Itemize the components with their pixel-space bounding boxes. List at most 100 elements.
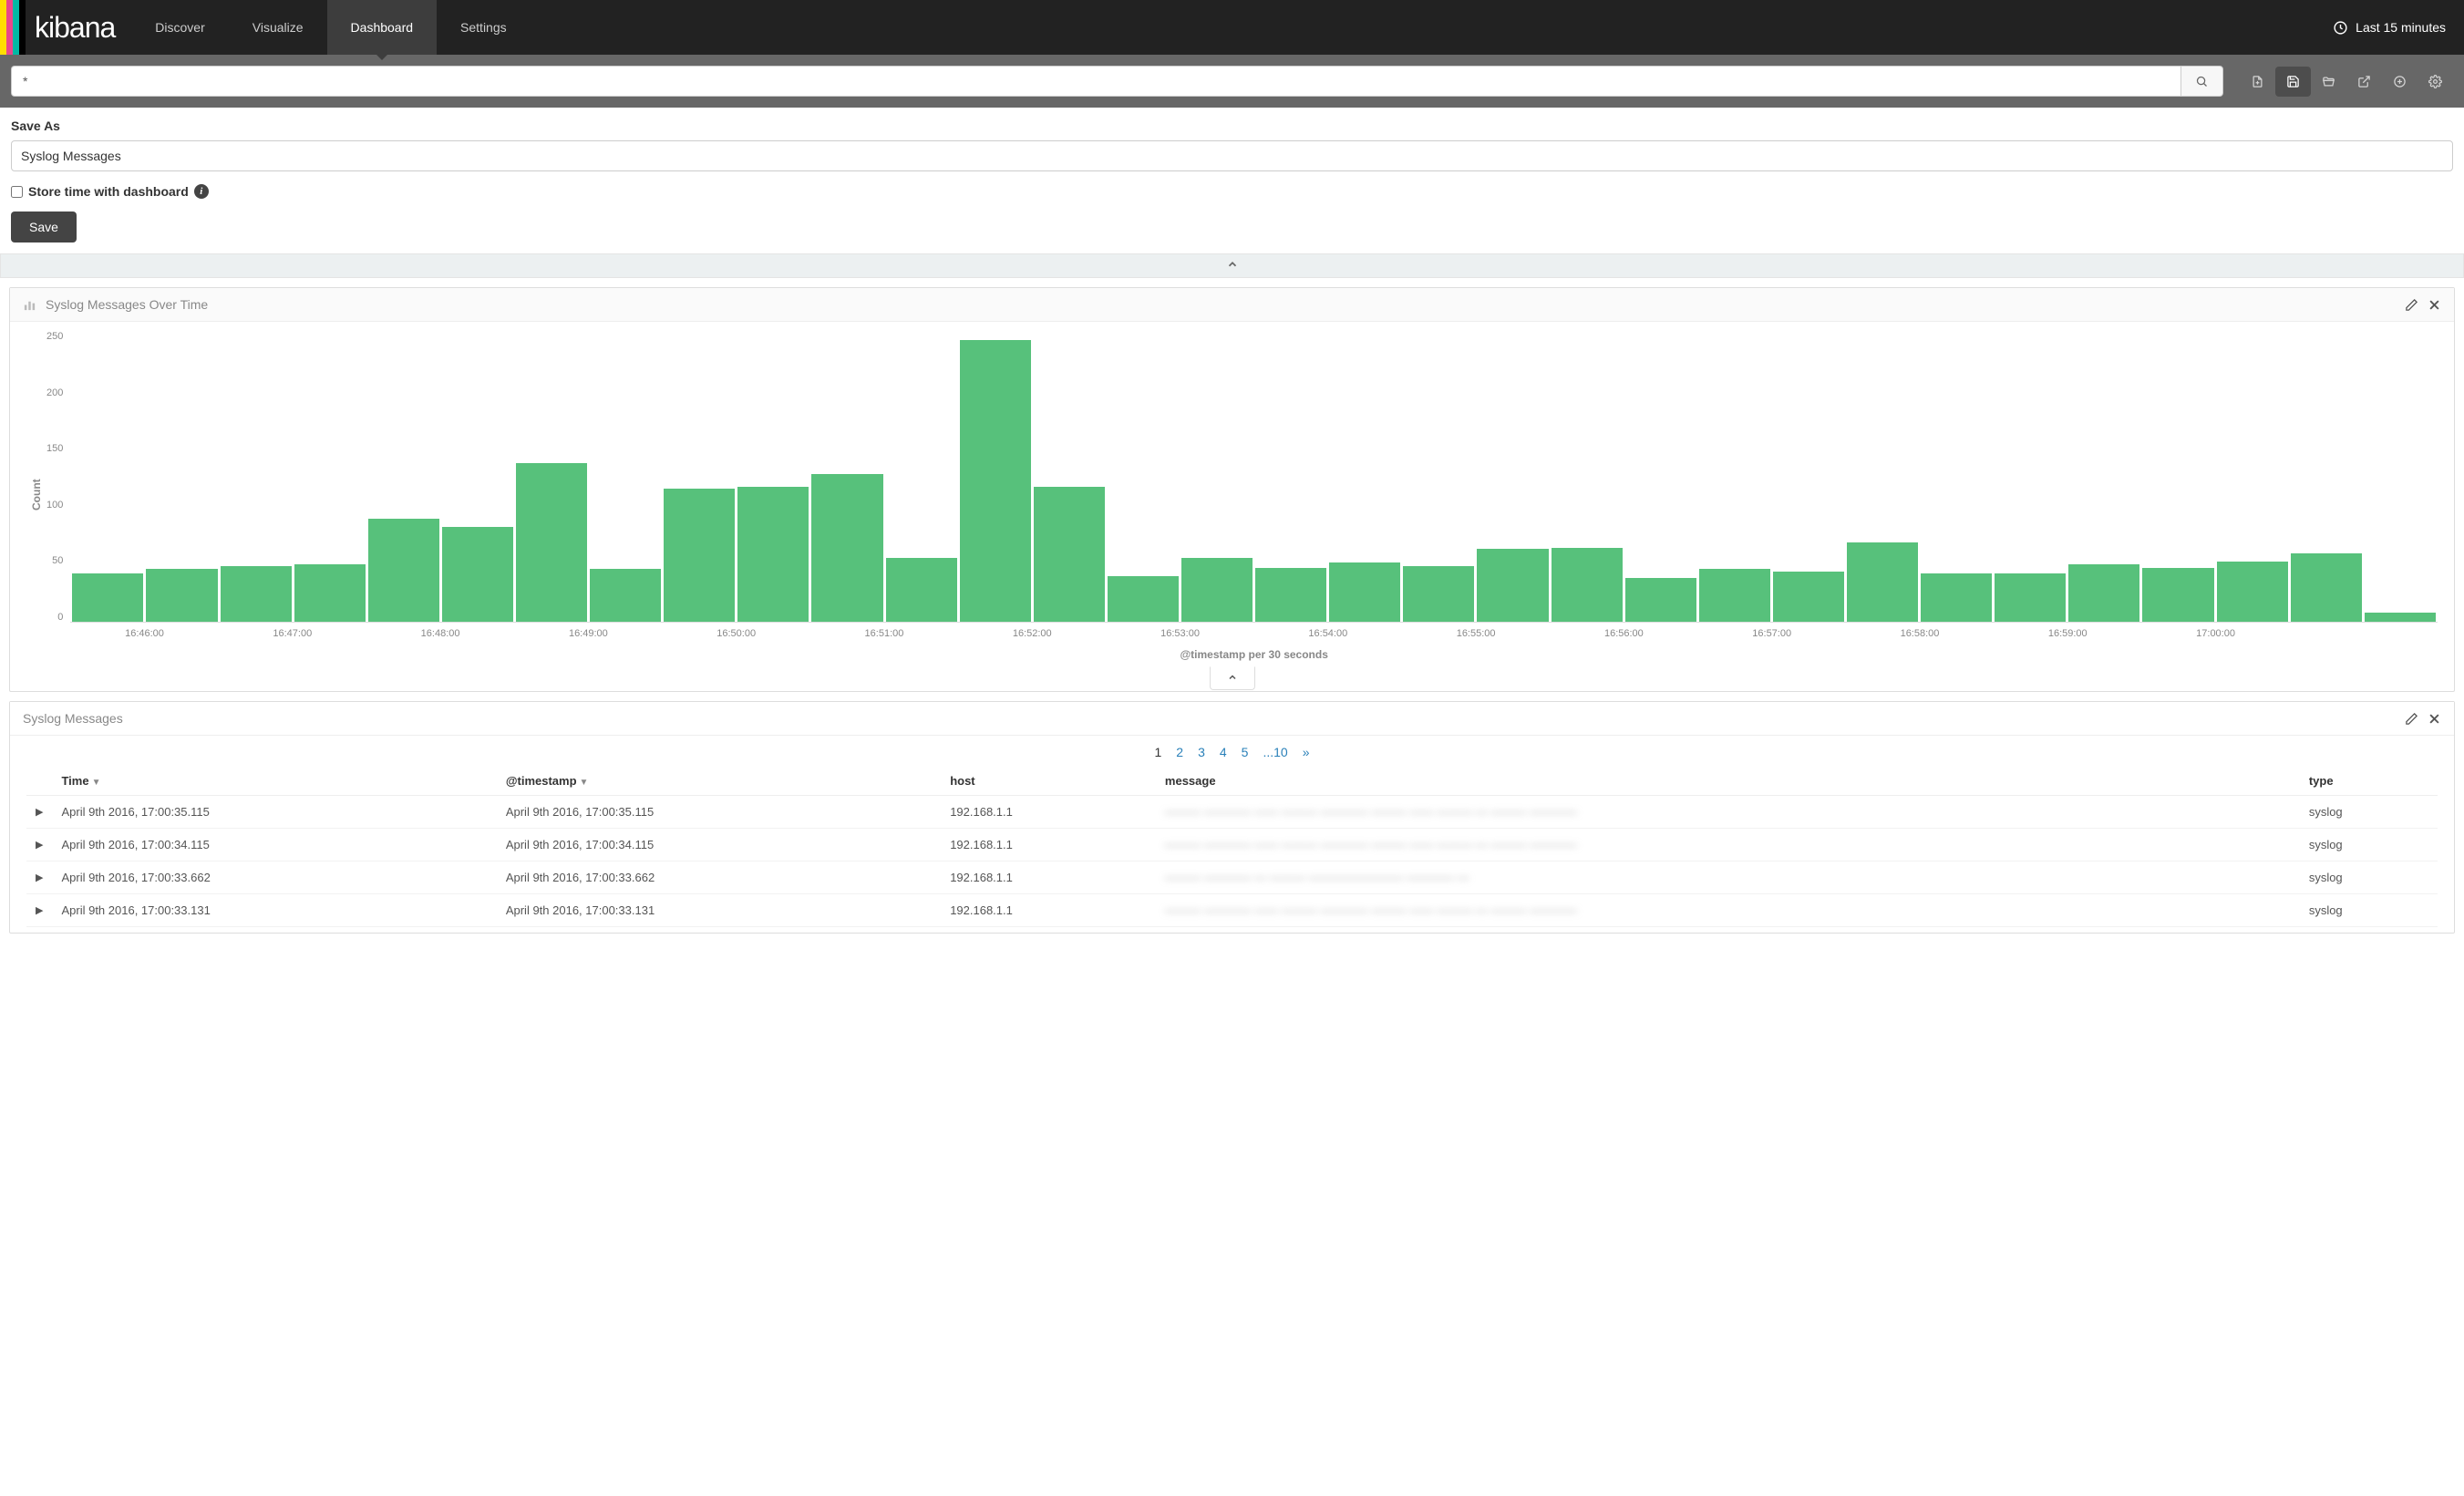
y-tick: 250 (46, 331, 63, 342)
new-dashboard-button[interactable] (2240, 67, 2275, 97)
chart-bar[interactable] (2365, 613, 2436, 622)
top-nav: kibana DiscoverVisualizeDashboardSetting… (0, 0, 2464, 55)
chart-bar[interactable] (1477, 549, 1548, 622)
chart-bar[interactable] (1995, 573, 2066, 622)
chart-bars[interactable] (70, 331, 2438, 623)
chart-bar[interactable] (2068, 564, 2139, 622)
column-header[interactable]: @timestamp▼ (497, 767, 941, 796)
store-time-checkbox[interactable] (11, 186, 23, 198)
chart-bar[interactable] (737, 487, 809, 622)
column-header[interactable]: Time▼ (52, 767, 496, 796)
cell-timestamp: April 9th 2016, 17:00:35.115 (497, 796, 941, 829)
chart-bar[interactable] (221, 566, 292, 622)
remove-panel-button[interactable] (2428, 298, 2441, 312)
chart-bar[interactable] (2291, 553, 2362, 622)
table-row: ▶April 9th 2016, 17:00:33.662April 9th 2… (26, 861, 2438, 894)
edit-panel-button[interactable] (2405, 712, 2418, 726)
clock-icon (2333, 20, 2348, 36)
nav-item-settings[interactable]: Settings (437, 0, 531, 55)
y-tick: 100 (46, 500, 63, 511)
chart-bar[interactable] (1255, 568, 1326, 622)
chart-bar[interactable] (146, 569, 217, 622)
pencil-icon (2405, 298, 2418, 312)
chart-panel-title: Syslog Messages Over Time (46, 297, 2405, 312)
chart-bar[interactable] (2142, 568, 2213, 622)
open-dashboard-button[interactable] (2311, 67, 2346, 97)
sort-desc-icon: ▼ (580, 778, 589, 788)
chart-bar[interactable] (1625, 578, 1696, 622)
edit-panel-button[interactable] (2405, 298, 2418, 312)
save-button[interactable]: Save (11, 212, 77, 242)
nav-items: DiscoverVisualizeDashboardSettings (131, 0, 530, 55)
chart-bar[interactable] (1773, 572, 1844, 622)
chart-bar[interactable] (72, 573, 143, 622)
page-link: 1 (1147, 743, 1169, 761)
chart-bar[interactable] (811, 474, 882, 622)
chevron-up-icon (1226, 259, 1239, 273)
chart-bar[interactable] (590, 569, 661, 622)
expand-row-button[interactable]: ▶ (26, 861, 52, 894)
cell-time: April 9th 2016, 17:00:35.115 (52, 796, 496, 829)
column-header: host (941, 767, 1156, 796)
x-tick: 16:55:00 (1457, 628, 1496, 639)
expand-row-button[interactable]: ▶ (26, 894, 52, 927)
logo[interactable]: kibana (0, 0, 131, 55)
search-button[interactable] (2180, 66, 2223, 97)
chart-bar[interactable] (294, 564, 366, 622)
logo-text: kibana (26, 11, 131, 45)
chart-bar[interactable] (1847, 542, 1918, 622)
expand-row-button[interactable]: ▶ (26, 796, 52, 829)
x-tick: 16:53:00 (1160, 628, 1200, 639)
page-link[interactable]: 4 (1212, 743, 1234, 761)
options-button[interactable] (2418, 67, 2453, 97)
chart-bar[interactable] (516, 463, 587, 622)
chart-bar[interactable] (442, 527, 513, 622)
page-link[interactable]: ...10 (1255, 743, 1294, 761)
add-visualization-button[interactable] (2382, 67, 2418, 97)
nav-item-discover[interactable]: Discover (131, 0, 228, 55)
x-axis-label: @timestamp per 30 seconds (70, 648, 2438, 661)
page-link[interactable]: 5 (1234, 743, 1256, 761)
page-link[interactable]: 2 (1169, 743, 1191, 761)
chart-bar[interactable] (1034, 487, 1105, 622)
remove-panel-button[interactable] (2428, 712, 2441, 726)
save-icon (2286, 75, 2300, 88)
chart-bar[interactable] (1181, 558, 1253, 622)
chart-bar[interactable] (1108, 576, 1179, 622)
save-dashboard-button[interactable] (2275, 67, 2311, 97)
cell-message: ——— ———— — ——— ———————— ———— — (1156, 861, 2300, 894)
close-icon (2428, 298, 2441, 312)
info-icon[interactable]: i (194, 184, 209, 199)
chart-bar[interactable] (1699, 569, 1770, 622)
expand-row-button[interactable]: ▶ (26, 829, 52, 861)
page-next[interactable]: » (1295, 743, 1317, 761)
y-tick: 0 (57, 612, 63, 623)
nav-item-visualize[interactable]: Visualize (229, 0, 327, 55)
query-input[interactable] (11, 66, 2180, 97)
chart-bar[interactable] (1921, 573, 1992, 622)
x-tick: 16:51:00 (865, 628, 904, 639)
collapse-save-panel[interactable] (0, 253, 2464, 278)
chart-bar[interactable] (368, 519, 439, 622)
panel-expand-handle[interactable] (1210, 666, 1255, 690)
y-tick: 150 (46, 443, 63, 454)
cell-message: ——— ———— —— ——— ———— ——— —— ——— — ——— ——… (1156, 894, 2300, 927)
cell-host: 192.168.1.1 (941, 861, 1156, 894)
chart-bar[interactable] (1552, 548, 1623, 622)
chart-bar[interactable] (886, 558, 957, 622)
x-tick: 16:54:00 (1308, 628, 1347, 639)
table-panel: Syslog Messages 12345...10» Time▼@timest… (9, 701, 2455, 934)
nav-item-dashboard[interactable]: Dashboard (327, 0, 438, 55)
chart-bar[interactable] (1403, 566, 1474, 622)
chart-bar[interactable] (664, 489, 735, 622)
chart-bar[interactable] (2217, 562, 2288, 622)
chart-bar[interactable] (1329, 562, 1400, 622)
time-picker[interactable]: Last 15 minutes (2315, 20, 2464, 36)
chart-bar[interactable] (960, 340, 1031, 622)
page-link[interactable]: 3 (1191, 743, 1212, 761)
share-button[interactable] (2346, 67, 2382, 97)
dashboard-name-input[interactable] (11, 140, 2453, 171)
table-row: ▶April 9th 2016, 17:00:35.115April 9th 2… (26, 796, 2438, 829)
cell-type: syslog (2300, 861, 2438, 894)
x-tick: 16:58:00 (1901, 628, 1940, 639)
